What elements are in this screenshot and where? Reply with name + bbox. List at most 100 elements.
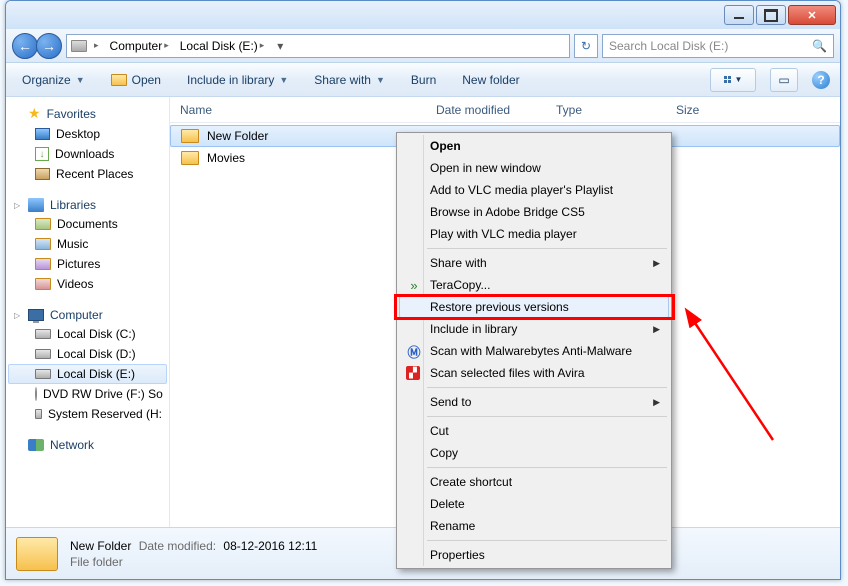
burn-button[interactable]: Burn (405, 69, 442, 91)
ctx-properties[interactable]: Properties (399, 544, 669, 566)
ctx-shortcut-label: Create shortcut (430, 475, 512, 489)
open-button[interactable]: Open (105, 69, 167, 91)
sidebar-videos-label: Videos (57, 277, 93, 291)
address-dropdown[interactable]: ▾ (271, 39, 289, 53)
network-icon (28, 439, 44, 451)
folder-icon (181, 151, 199, 165)
drive-icon (35, 369, 51, 379)
toolbar: Organize▼ Open Include in library▼ Share… (6, 63, 840, 97)
sidebar-item-documents[interactable]: Documents (8, 214, 167, 234)
breadcrumb-drive[interactable]: Local Disk (E:) ▸ (176, 37, 269, 55)
ctx-sendto[interactable]: Send to▶ (399, 391, 669, 413)
ctx-include[interactable]: Include in library▶ (399, 318, 669, 340)
share-with-button[interactable]: Share with▼ (308, 69, 391, 91)
ctx-teracopy[interactable]: »TeraCopy... (399, 274, 669, 296)
column-size[interactable]: Size (666, 103, 840, 117)
libraries-icon (28, 198, 44, 212)
details-date-value: 08-12-2016 12:11 (223, 539, 317, 553)
column-headers: Name Date modified Type Size (170, 97, 840, 123)
forward-button[interactable]: → (36, 33, 62, 59)
dvd-label: DVD RW Drive (F:) So (43, 387, 163, 401)
sidebar-item-desktop[interactable]: Desktop (8, 124, 167, 144)
ctx-mbam-label: Scan with Malwarebytes Anti-Malware (430, 344, 632, 358)
sidebar-item-drive-c[interactable]: Local Disk (C:) (8, 324, 167, 344)
include-in-library-button[interactable]: Include in library▼ (181, 69, 294, 91)
sidebar-music-label: Music (57, 237, 88, 251)
ctx-copy-label: Copy (430, 446, 458, 460)
sidebar-item-videos[interactable]: Videos (8, 274, 167, 294)
libraries-group[interactable]: ▷Libraries (8, 196, 167, 214)
search-icon: 🔍 (812, 39, 827, 53)
include-label: Include in library (187, 73, 274, 87)
ctx-restore-previous[interactable]: Restore previous versions (399, 296, 669, 318)
details-name: New Folder (70, 539, 131, 553)
ctx-share[interactable]: Share with▶ (399, 252, 669, 274)
newfolder-label: New folder (462, 73, 519, 87)
ctx-vlc-add[interactable]: Add to VLC media player's Playlist (399, 179, 669, 201)
computer-group[interactable]: ▷Computer (8, 306, 167, 324)
sidebar-downloads-label: Downloads (55, 147, 114, 161)
open-label: Open (132, 73, 161, 87)
search-box[interactable]: Search Local Disk (E:) 🔍 (602, 34, 834, 58)
network-group[interactable]: Network (8, 436, 167, 454)
avira-icon: ▞ (406, 366, 420, 380)
refresh-button[interactable]: ↻ (574, 34, 598, 58)
ctx-open[interactable]: Open (399, 135, 669, 157)
navigation-bar: ← → ▸ Computer ▸ Local Disk (E:) ▸ ▾ ↻ S… (6, 29, 840, 63)
ctx-delete-label: Delete (430, 497, 465, 511)
ctx-mbam[interactable]: ⓂScan with Malwarebytes Anti-Malware (399, 340, 669, 362)
details-folder-icon (16, 537, 58, 571)
sidebar-item-dvd[interactable]: DVD RW Drive (F:) So (8, 384, 167, 404)
favorites-label: Favorites (47, 107, 96, 121)
breadcrumb-computer[interactable]: Computer ▸ (106, 37, 173, 55)
minimize-button[interactable] (724, 5, 754, 25)
sidebar-item-recent[interactable]: Recent Places (8, 164, 167, 184)
submenu-arrow-icon: ▶ (653, 258, 660, 269)
preview-pane-button[interactable]: ▭ (770, 68, 798, 92)
maximize-button[interactable] (756, 5, 786, 25)
ctx-cut-label: Cut (430, 424, 449, 438)
column-name[interactable]: Name (170, 103, 426, 117)
music-icon (35, 238, 51, 250)
sidebar-item-pictures[interactable]: Pictures (8, 254, 167, 274)
back-button[interactable]: ← (12, 33, 38, 59)
view-options-button[interactable]: ▼ (710, 68, 756, 92)
ctx-bridge[interactable]: Browse in Adobe Bridge CS5 (399, 201, 669, 223)
recent-icon (35, 168, 50, 180)
new-folder-button[interactable]: New folder (456, 69, 525, 91)
ctx-bridge-label: Browse in Adobe Bridge CS5 (430, 205, 585, 219)
ctx-delete[interactable]: Delete (399, 493, 669, 515)
sidebar-item-drive-e[interactable]: Local Disk (E:) (8, 364, 167, 384)
close-button[interactable] (788, 5, 836, 25)
share-label: Share with (314, 73, 371, 87)
ctx-shortcut[interactable]: Create shortcut (399, 471, 669, 493)
address-bar[interactable]: ▸ Computer ▸ Local Disk (E:) ▸ ▾ (66, 34, 570, 58)
libraries-label: Libraries (50, 198, 96, 212)
help-button[interactable]: ? (812, 71, 830, 89)
sidebar-item-downloads[interactable]: ↓Downloads (8, 144, 167, 164)
ctx-open-new[interactable]: Open in new window (399, 157, 669, 179)
sysres-label: System Reserved (H: (48, 407, 162, 421)
drive-icon (35, 329, 51, 339)
ctx-restore-label: Restore previous versions (430, 300, 569, 314)
ctx-avira[interactable]: ▞Scan selected files with Avira (399, 362, 669, 384)
details-type: File folder (70, 555, 317, 569)
network-label: Network (50, 438, 94, 452)
ctx-cut[interactable]: Cut (399, 420, 669, 442)
ctx-vlc-play[interactable]: Play with VLC media player (399, 223, 669, 245)
sidebar-item-music[interactable]: Music (8, 234, 167, 254)
organize-button[interactable]: Organize▼ (16, 69, 91, 91)
sidebar-item-drive-d[interactable]: Local Disk (D:) (8, 344, 167, 364)
column-date[interactable]: Date modified (426, 103, 546, 117)
context-menu: Open Open in new window Add to VLC media… (396, 132, 672, 569)
breadcrumb-root[interactable]: ▸ (90, 38, 103, 53)
navigation-sidebar: ★Favorites Desktop ↓Downloads Recent Pla… (6, 97, 170, 527)
ctx-vlc-play-label: Play with VLC media player (430, 227, 577, 241)
sidebar-item-system-reserved[interactable]: System Reserved (H: (8, 404, 167, 424)
column-type[interactable]: Type (546, 103, 666, 117)
burn-label: Burn (411, 73, 436, 87)
ctx-rename[interactable]: Rename (399, 515, 669, 537)
ctx-copy[interactable]: Copy (399, 442, 669, 464)
ctx-open-label: Open (430, 139, 461, 153)
favorites-group[interactable]: ★Favorites (8, 103, 167, 124)
